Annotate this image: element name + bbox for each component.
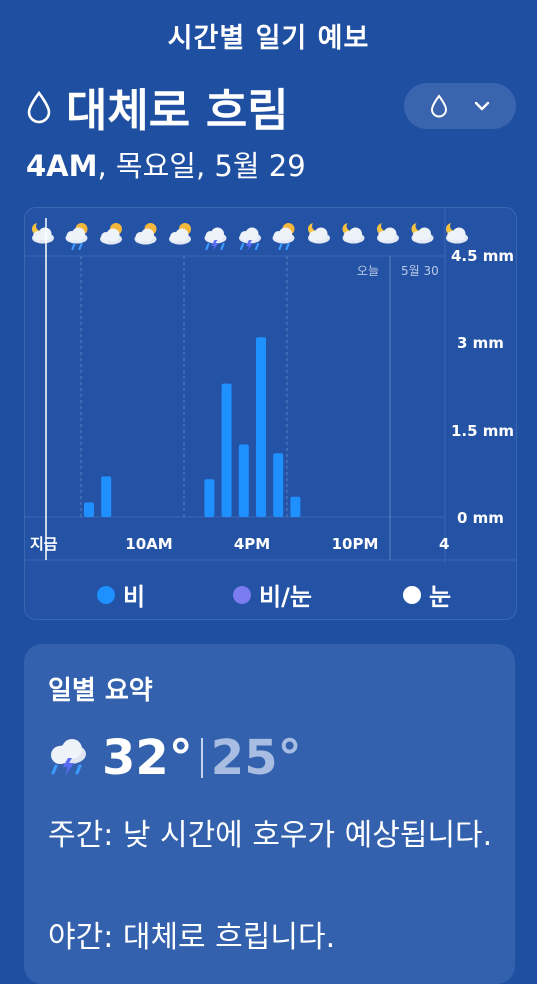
legend-label: 비/눈 — [259, 583, 312, 611]
bar-rain[interactable] — [101, 476, 112, 517]
condition-row: 대체로 흐림 — [26, 74, 289, 139]
x-tick-label: 4 — [439, 535, 449, 553]
raindrop-icon — [430, 94, 448, 118]
legend-snow: 눈 — [403, 577, 451, 612]
x-tick-label: 10PM — [332, 535, 379, 553]
legend-label: 눈 — [429, 583, 452, 611]
precipitation-chart[interactable]: 오늘 5월 30 4.5 mm 3 mm 1.5 mm 0 mm 지금 10AM… — [24, 207, 517, 620]
y-tick-label: 4.5 mm — [451, 247, 514, 265]
bar-rain[interactable] — [256, 337, 266, 517]
sun-cloud-icon — [100, 223, 122, 245]
bar-rain[interactable] — [84, 502, 94, 518]
moon-cloud-icon — [377, 221, 399, 244]
chevron-down-icon — [474, 101, 490, 111]
x-tick-label: 10AM — [125, 535, 172, 553]
temperature-row: 32° 25° — [46, 730, 302, 786]
bar-rain[interactable] — [238, 444, 249, 518]
daily-summary-card[interactable]: 일별 요약 32° 25° 주간: 낮 시간에 호우가 예상됩니다. 야간: 대… — [24, 644, 515, 984]
legend-dot — [403, 585, 421, 604]
selected-date: , 목요일, 5월 29 — [97, 149, 306, 183]
gridlines — [80, 256, 391, 560]
legend-dot — [233, 585, 251, 604]
day-label-today: 오늘 — [357, 264, 379, 278]
bars — [84, 337, 301, 518]
selected-time: 4AM — [26, 149, 98, 183]
hour-icon-row — [32, 221, 468, 251]
x-tick-label: 지금 — [30, 535, 58, 553]
moon-cloud-icon — [32, 221, 54, 244]
bar-rain[interactable] — [273, 453, 284, 517]
chart-svg: 오늘 5월 30 4.5 mm 3 mm 1.5 mm 0 mm 지금 10AM… — [25, 208, 516, 563]
raindrop-icon — [27, 90, 51, 123]
legend-rain: 비 — [97, 577, 145, 612]
precip-type-dropdown[interactable] — [404, 83, 516, 129]
night-forecast-text: 야간: 대체로 흐립니다. — [48, 920, 336, 955]
rain-sun-cloud-icon — [65, 223, 88, 251]
day-label-next: 5월 30 — [401, 264, 439, 278]
summary-title: 일별 요약 — [48, 676, 153, 706]
moon-cloud-icon — [308, 221, 330, 244]
y-tick-label: 0 mm — [457, 509, 504, 527]
legend-rain-snow: 비/눈 — [233, 577, 312, 612]
thunder-rain-icon — [51, 739, 86, 776]
high-temp: 32° — [102, 730, 193, 786]
chart-legend: 비 비/눈 눈 — [25, 563, 516, 619]
page-title: 시간별 일기 예보 — [167, 23, 370, 54]
sun-cloud-icon — [134, 223, 157, 245]
legend-label: 비 — [123, 583, 146, 611]
y-tick-label: 3 mm — [457, 334, 504, 352]
moon-cloud-icon — [446, 221, 468, 244]
sun-cloud-icon — [169, 223, 191, 245]
bar-rain[interactable] — [204, 479, 215, 517]
bar-rain[interactable] — [221, 383, 232, 517]
y-tick-label: 1.5 mm — [451, 422, 514, 440]
condition-label: 대체로 흐림 — [66, 84, 289, 137]
day-forecast-text: 주간: 낮 시간에 호우가 예상됩니다. — [48, 818, 493, 853]
legend-dot — [97, 585, 115, 604]
x-tick-label: 4PM — [234, 535, 270, 553]
low-temp: 25° — [210, 730, 302, 786]
moon-cloud-icon — [411, 221, 434, 244]
date-line: 4AM, 목요일, 5월 29 — [26, 143, 306, 185]
thunder-rain-icon — [204, 227, 227, 251]
moon-cloud-icon — [342, 221, 365, 244]
thunder-rain-icon — [239, 227, 261, 251]
temp-separator — [200, 738, 203, 778]
rain-sun-cloud-icon — [272, 223, 295, 251]
bar-rain[interactable] — [290, 496, 301, 517]
